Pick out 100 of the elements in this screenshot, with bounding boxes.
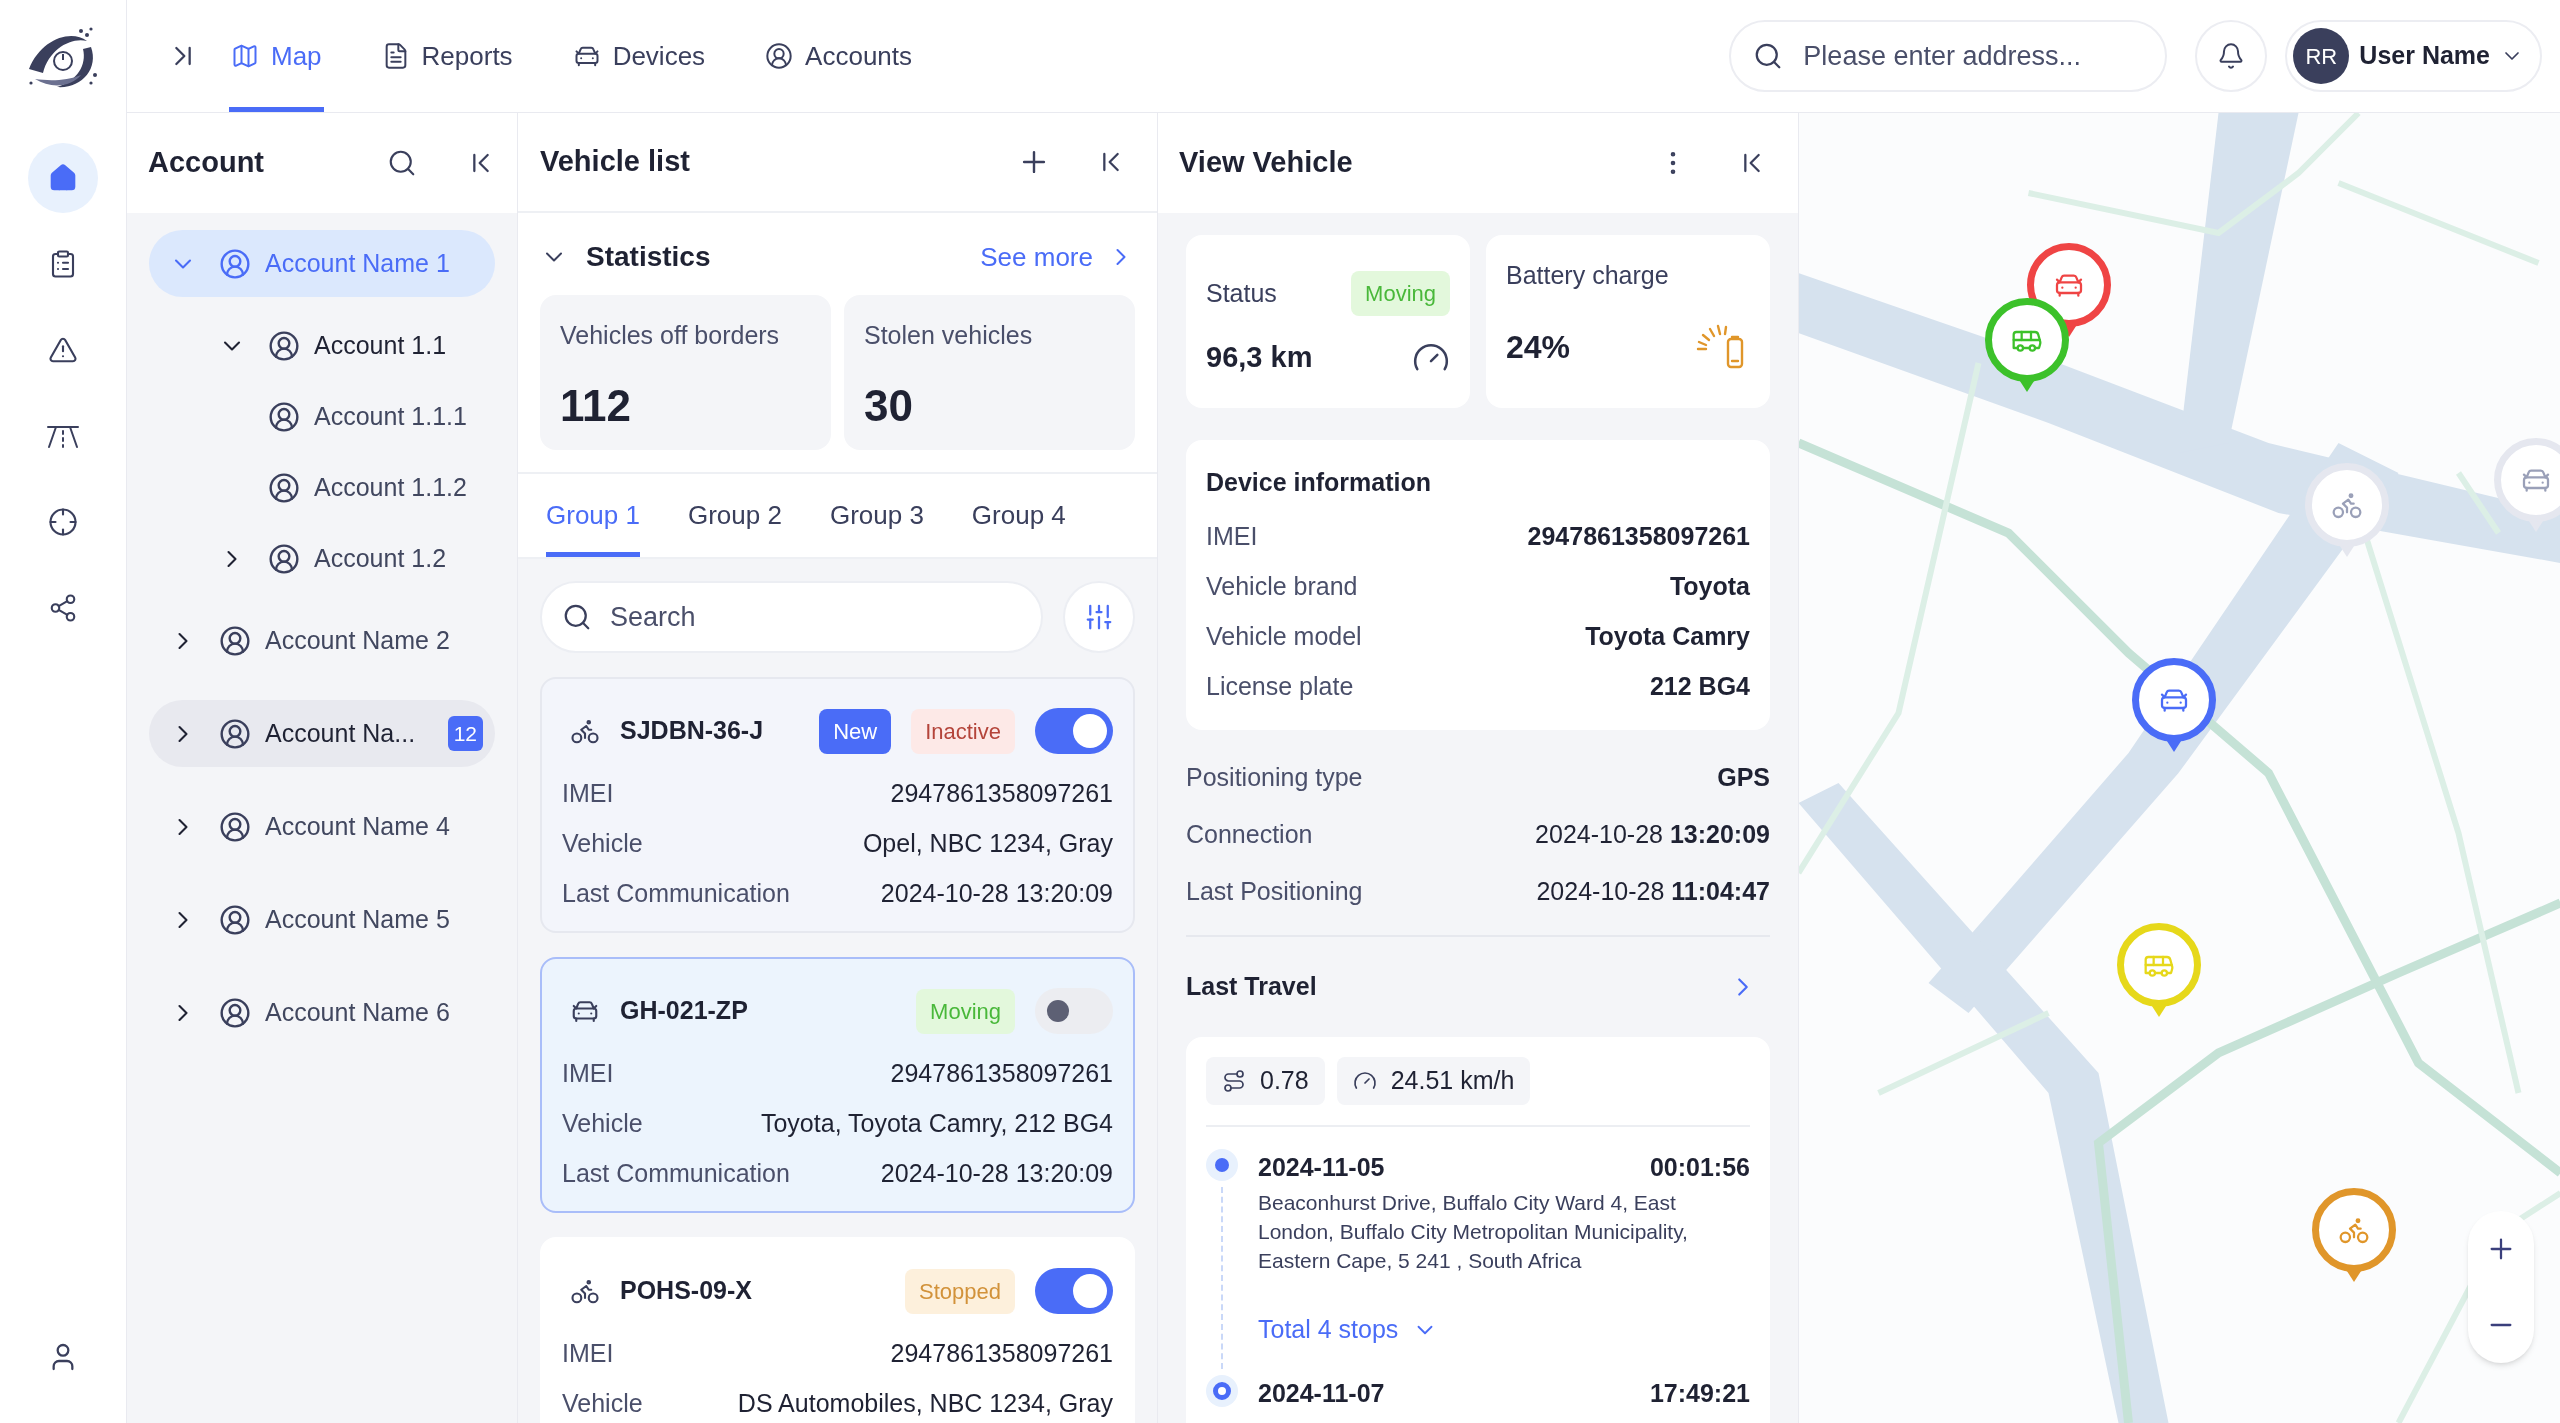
- map-icon: [231, 42, 259, 70]
- field-label: Positioning type: [1186, 762, 1363, 794]
- crosshair-icon: [48, 507, 78, 537]
- field-label: IMEI: [562, 1338, 614, 1370]
- vehicle-card[interactable]: SJDBN-36-J New Inactive IMEI 2947861358097261 Vehicle Opel, NBC 1234, Gray Last Communication 2024-10-28 13:20:09: [540, 677, 1135, 933]
- see-more-link[interactable]: See more: [980, 237, 1135, 277]
- nav-tab[interactable]: Devices: [570, 0, 708, 112]
- user-icon: [219, 810, 251, 843]
- statistics-toggle[interactable]: Statistics: [540, 236, 711, 278]
- account-tree-item[interactable]: Account Name 5: [149, 886, 495, 953]
- vehicle-search-field[interactable]: Search: [540, 581, 1043, 653]
- field-label: IMEI: [562, 778, 614, 810]
- field-value: Toyota: [1669, 570, 1750, 602]
- share-icon: [48, 593, 78, 623]
- stop-time: 00:01:56: [1649, 1151, 1750, 1183]
- field-value: GPS: [1717, 762, 1770, 794]
- account-tree-item[interactable]: Account 1.2: [149, 525, 495, 592]
- field-label: Vehicle: [562, 1108, 643, 1140]
- card-title: Device information: [1206, 467, 1433, 498]
- stop-date: 2024-11-07: [1258, 1377, 1385, 1409]
- user-name: User Name: [2359, 40, 2490, 72]
- field-value: 2947861358097261: [890, 1338, 1113, 1370]
- field-label: Connection: [1186, 819, 1313, 851]
- account-tree-item[interactable]: Account 1.1.2: [149, 454, 495, 521]
- field-label: IMEI: [1206, 520, 1258, 552]
- field-value: Opel, NBC 1234, Gray: [862, 828, 1113, 860]
- travel-chip: 0.78: [1206, 1056, 1325, 1105]
- distance-value: 96,3 km: [1206, 340, 1313, 375]
- plate-number: POHS-09-X: [620, 1275, 752, 1307]
- notifications-button[interactable]: [2195, 20, 2268, 92]
- toggle-switch[interactable]: [1035, 988, 1113, 1034]
- card-label: Battery charge: [1506, 260, 1670, 291]
- account-tree-item[interactable]: Account Name 4: [149, 793, 495, 860]
- total-stops-link[interactable]: Total 4 stops: [1258, 1311, 1439, 1349]
- field-label: IMEI: [562, 1058, 614, 1090]
- user-icon: [219, 247, 251, 280]
- field-value: 2947861358097261: [1527, 520, 1750, 552]
- search-icon: [562, 602, 592, 632]
- field-value: 2024-10-28 11:04:47: [1536, 876, 1770, 908]
- field-value: 2024-10-28 13:20:09: [1535, 819, 1770, 851]
- account-tree-item[interactable]: Account Name 1: [149, 230, 495, 297]
- status-badge: New: [819, 708, 892, 754]
- field-label: Vehicle model: [1206, 620, 1362, 652]
- address-search-field[interactable]: Please enter address...: [1729, 20, 2168, 92]
- group-tab[interactable]: Group 4: [971, 474, 1066, 557]
- stat-value: 112: [560, 379, 632, 432]
- user-icon: [219, 903, 251, 936]
- field-label: Last Communication: [562, 1158, 790, 1190]
- plate-number: SJDBN-36-J: [620, 715, 764, 747]
- vehicle-card[interactable]: POHS-09-X Stopped IMEI 2947861358097261 Vehicle DS Automobiles, NBC 1234, Gray: [540, 1237, 1135, 1423]
- field-label: Last Positioning: [1186, 876, 1363, 908]
- panel-title: View Vehicle: [1179, 145, 1353, 181]
- field-value: 2947861358097261: [890, 778, 1113, 810]
- plate-number: GH-021-ZP: [620, 995, 748, 1027]
- card-label: Status: [1206, 277, 1277, 309]
- nav-tab[interactable]: Accounts: [763, 0, 915, 112]
- account-tree-item[interactable]: Account 1.1.1: [149, 383, 495, 450]
- count-badge: 12: [447, 715, 483, 752]
- field-label: Last Communication: [562, 878, 790, 910]
- field-label: Vehicle: [562, 1388, 643, 1420]
- group-tab[interactable]: Group 2: [687, 474, 782, 557]
- user-icon: [219, 624, 251, 657]
- toggle-switch[interactable]: [1035, 1268, 1113, 1314]
- field-value: 2024-10-28 13:20:09: [880, 878, 1113, 910]
- stat-value: 30: [864, 379, 914, 432]
- user-icon: [268, 400, 300, 433]
- sliders-icon: [1084, 602, 1114, 632]
- user-icon: [219, 717, 251, 750]
- user-icon: [219, 996, 251, 1029]
- account-tree-item[interactable]: Account 1.1: [149, 312, 495, 379]
- field-value: DS Automobiles, NBC 1234, Gray: [737, 1388, 1113, 1420]
- status-badge: Stopped: [905, 1268, 1015, 1314]
- warning-icon: [48, 335, 78, 365]
- nav-tab[interactable]: Reports: [379, 0, 515, 112]
- stop-address: Beaconhurst Drive, Buffalo City Ward 4, East London, Buffalo City Metropolitan Municipality, Eastern Cape, 5 241 , South Africa: [1258, 1190, 1689, 1274]
- user-icon: [765, 42, 794, 70]
- map-pin[interactable]: [2132, 658, 2216, 752]
- field-label: Vehicle: [562, 828, 643, 860]
- field-label: License plate: [1206, 670, 1354, 702]
- vehicle-card[interactable]: GH-021-ZP Moving IMEI 2947861358097261 Vehicle Toyota, Toyota Camry, 212 BG4 Last Communication 2024-10-28 13:20:09: [540, 957, 1135, 1213]
- account-tree-item[interactable]: Account Name 6: [149, 979, 495, 1046]
- search-icon[interactable]: [387, 148, 417, 178]
- field-value: Toyota, Toyota Camry, 212 BG4: [760, 1108, 1113, 1140]
- toggle-switch[interactable]: [1035, 708, 1113, 754]
- group-tab[interactable]: Group 3: [829, 474, 924, 557]
- route-icon: [1222, 1068, 1246, 1093]
- field-value: 2947861358097261: [890, 1058, 1113, 1090]
- status-badge: Moving: [916, 988, 1015, 1034]
- field-value: 212 BG4: [1649, 670, 1750, 702]
- panel-title: Account: [148, 145, 264, 181]
- stop-date: 2024-11-05: [1258, 1151, 1385, 1183]
- account-tree-item[interactable]: Account Name 2: [149, 607, 495, 674]
- stat-label: Stolen vehicles: [864, 320, 1034, 351]
- status-badge: Moving: [1351, 271, 1450, 316]
- account-tree-item[interactable]: Account Na... 12: [149, 700, 495, 767]
- stop-time: 17:49:21: [1649, 1377, 1750, 1409]
- user-menu[interactable]: RR User Name: [2285, 20, 2542, 92]
- map-pin[interactable]: [2494, 438, 2560, 532]
- avatar: RR: [2293, 28, 2350, 84]
- stat-label: Vehicles off borders: [560, 320, 781, 351]
